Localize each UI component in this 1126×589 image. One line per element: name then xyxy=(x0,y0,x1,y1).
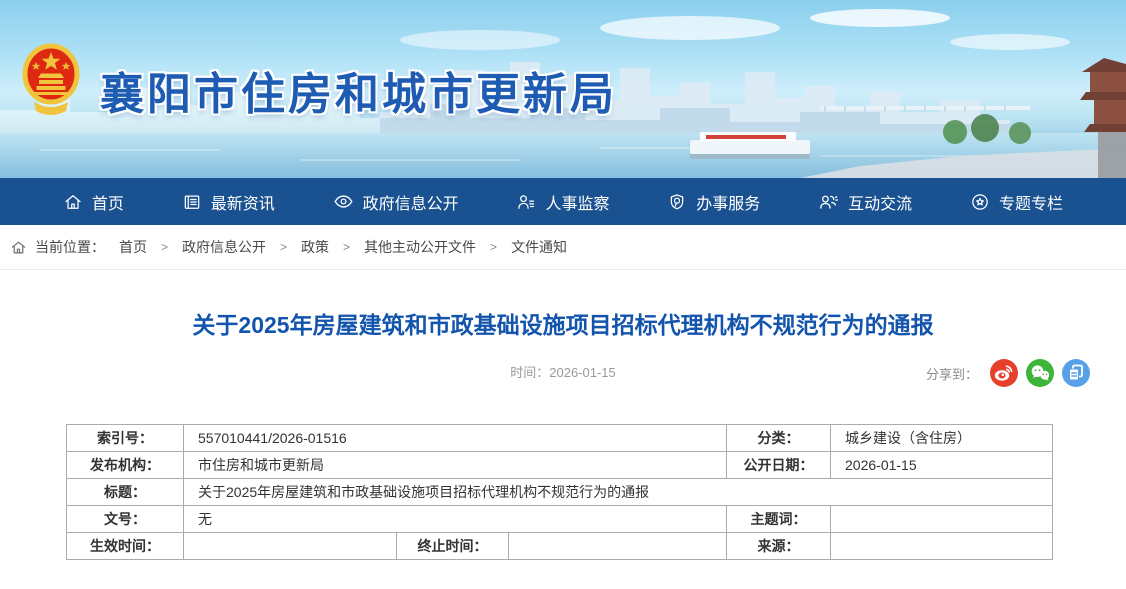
category-label: 分类： xyxy=(727,425,831,452)
time-label: 时间： xyxy=(510,365,549,380)
issuing-agency-value: 市住房和城市更新局 xyxy=(184,452,727,479)
star-circle-icon xyxy=(970,192,990,212)
nav-item-services[interactable]: 办事服务 xyxy=(667,190,760,214)
source-label: 来源： xyxy=(727,533,831,560)
table-row: 标题： 关于2025年房屋建筑和市政基础设施项目招标代理机构不规范行为的通报 xyxy=(67,479,1053,506)
breadcrumb: 当前位置： 首页 > 政府信息公开 > 政策 > 其他主动公开文件 > 文件通知 xyxy=(0,225,1126,270)
nav-label: 首页 xyxy=(92,190,124,214)
nav-item-personnel[interactable]: 人事监察 xyxy=(516,190,609,214)
shield-icon xyxy=(667,192,687,212)
table-row: 文号： 无 主题词： xyxy=(67,506,1053,533)
main-nav: 首页 最新资讯 政府信息公开 人事监察 办事服务 互动交流 专题专栏 xyxy=(0,178,1126,225)
weibo-icon xyxy=(990,359,1018,387)
breadcrumb-separator: > xyxy=(490,240,497,254)
nav-label: 人事监察 xyxy=(545,190,609,214)
breadcrumb-item-policy[interactable]: 政策 xyxy=(301,237,329,257)
person-list-icon xyxy=(516,192,536,212)
effective-date-value xyxy=(184,533,397,560)
share-copy-link-button[interactable] xyxy=(1062,359,1090,387)
nav-item-home[interactable]: 首页 xyxy=(63,190,124,214)
breadcrumb-separator: > xyxy=(161,240,168,254)
breadcrumb-item-other-public-files[interactable]: 其他主动公开文件 xyxy=(364,237,476,257)
people-chat-icon xyxy=(818,191,839,212)
nav-label: 互动交流 xyxy=(848,190,912,214)
effective-date-label: 生效时间： xyxy=(67,533,184,560)
breadcrumb-separator: > xyxy=(343,240,350,254)
nav-label: 专题专栏 xyxy=(999,190,1063,214)
site-title: 襄阳市住房和城市更新局 xyxy=(100,58,617,122)
page: 襄阳市住房和城市更新局 首页 最新资讯 政府信息公开 人事监察 办事服务 互动交… xyxy=(0,0,1126,589)
keywords-label: 主题词： xyxy=(727,506,831,533)
breadcrumb-separator: > xyxy=(280,240,287,254)
nav-item-interaction[interactable]: 互动交流 xyxy=(818,190,912,214)
table-row: 发布机构： 市住房和城市更新局 公开日期： 2026-01-15 xyxy=(67,452,1053,479)
title-label: 标题： xyxy=(67,479,184,506)
nav-item-special-topics[interactable]: 专题专栏 xyxy=(970,190,1063,214)
national-emblem xyxy=(22,42,80,120)
expiry-date-label: 终止时间： xyxy=(397,533,509,560)
wechat-icon xyxy=(1026,359,1054,387)
copy-link-icon xyxy=(1062,359,1090,387)
doc-number-value: 无 xyxy=(184,506,727,533)
nav-item-news[interactable]: 最新资讯 xyxy=(182,190,275,214)
issuing-agency-label: 发布机构： xyxy=(67,452,184,479)
home-icon xyxy=(10,239,27,256)
share-label: 分享到： xyxy=(926,364,978,383)
document-meta-table: 索引号： 557010441/2026-01516 分类： 城乡建设（含住房） … xyxy=(66,424,1053,560)
publish-date-label: 公开日期： xyxy=(727,452,831,479)
category-value: 城乡建设（含住房） xyxy=(831,425,1053,452)
title-value: 关于2025年房屋建筑和市政基础设施项目招标代理机构不规范行为的通报 xyxy=(184,479,1053,506)
breadcrumb-item-home[interactable]: 首页 xyxy=(119,237,147,257)
publish-date-value: 2026-01-15 xyxy=(831,452,1053,479)
share-group: 分享到： xyxy=(926,359,1090,387)
article-meta-row: 时间：2026-01-15 分享到： xyxy=(0,358,1126,388)
share-wechat-button[interactable] xyxy=(1026,359,1054,387)
article-title: 关于2025年房屋建筑和市政基础设施项目招标代理机构不规范行为的通报 xyxy=(40,306,1086,340)
doc-number-label: 文号： xyxy=(67,506,184,533)
header-banner: 襄阳市住房和城市更新局 xyxy=(0,0,1126,178)
share-weibo-button[interactable] xyxy=(990,359,1018,387)
index-number-label: 索引号： xyxy=(67,425,184,452)
nav-label: 办事服务 xyxy=(696,190,760,214)
nav-item-gov-info[interactable]: 政府信息公开 xyxy=(333,190,459,214)
location-label: 当前位置： xyxy=(35,237,105,257)
table-row: 生效时间： 终止时间： 来源： xyxy=(67,533,1053,560)
breadcrumb-item-gov-info[interactable]: 政府信息公开 xyxy=(182,237,266,257)
source-value xyxy=(831,533,1053,560)
breadcrumb-item-file-notice[interactable]: 文件通知 xyxy=(511,237,567,257)
expiry-date-value xyxy=(509,533,727,560)
keywords-value xyxy=(831,506,1053,533)
time-value: 2026-01-15 xyxy=(549,365,616,380)
nav-label: 政府信息公开 xyxy=(363,190,459,214)
index-number-value: 557010441/2026-01516 xyxy=(184,425,727,452)
eye-icon xyxy=(333,191,354,212)
nav-label: 最新资讯 xyxy=(211,190,275,214)
table-row: 索引号： 557010441/2026-01516 分类： 城乡建设（含住房） xyxy=(67,425,1053,452)
home-icon xyxy=(63,192,83,212)
news-icon xyxy=(182,192,202,212)
